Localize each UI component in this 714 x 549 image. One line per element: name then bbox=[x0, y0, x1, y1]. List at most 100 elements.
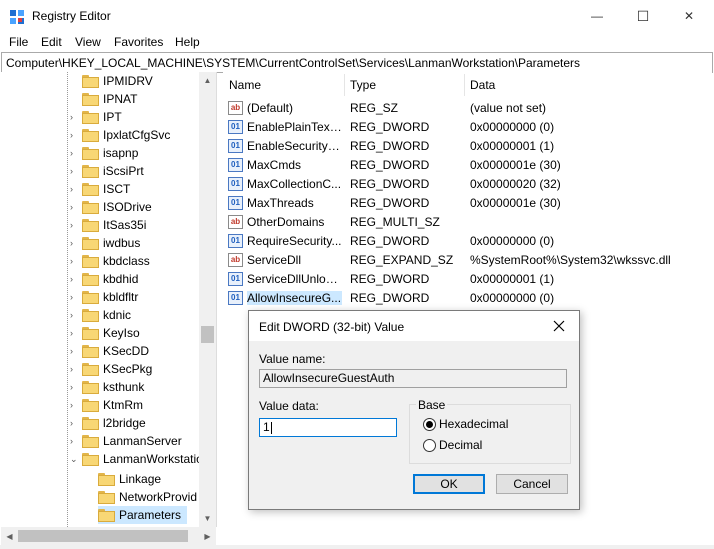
tree-horizontal-scrollbar[interactable]: ◀ ▶ bbox=[1, 527, 216, 545]
expand-chevron-icon[interactable]: › bbox=[70, 113, 78, 122]
scroll-right-icon[interactable]: ▶ bbox=[199, 527, 216, 545]
tree-scroll-thumb[interactable] bbox=[201, 326, 214, 343]
value-row[interactable]: 01 EnablePlainText... REG_DWORD 0x000000… bbox=[223, 118, 712, 137]
tree-item[interactable]: IpxlatCfgSvc bbox=[82, 126, 170, 144]
menu-favorites[interactable]: Favorites bbox=[114, 35, 163, 49]
menu-edit[interactable]: Edit bbox=[41, 35, 62, 49]
dialog-title-bar[interactable]: Edit DWORD (32-bit) Value bbox=[249, 311, 579, 341]
tree-item[interactable]: KeyIso bbox=[82, 324, 140, 342]
menu-file[interactable]: File bbox=[9, 35, 28, 49]
key-tree[interactable]: IPMIDRV IPNAT › IPT › IpxlatCfgSvc › isa… bbox=[1, 72, 217, 527]
folder-icon bbox=[82, 398, 99, 412]
scroll-down-icon[interactable]: ▼ bbox=[199, 510, 216, 527]
tree-item-label: ItSas35i bbox=[103, 218, 147, 232]
column-separator[interactable] bbox=[344, 74, 345, 96]
expand-chevron-icon[interactable]: › bbox=[70, 275, 78, 284]
tree-item[interactable]: LanmanServer bbox=[82, 432, 182, 450]
menu-help[interactable]: Help bbox=[175, 35, 200, 49]
value-row[interactable]: 01 RequireSecurity... REG_DWORD 0x000000… bbox=[223, 232, 712, 251]
address-path: Computer\HKEY_LOCAL_MACHINE\SYSTEM\Curre… bbox=[6, 56, 580, 70]
value-row-selected[interactable]: 01 AllowInsecureG... REG_DWORD 0x0000000… bbox=[223, 289, 712, 308]
folder-icon bbox=[82, 74, 99, 88]
value-row[interactable]: 01 MaxThreads REG_DWORD 0x0000001e (30) bbox=[223, 194, 712, 213]
tree-item[interactable]: kbdhid bbox=[82, 270, 138, 288]
tree-item[interactable]: IPT bbox=[82, 108, 122, 126]
column-header-name[interactable]: Name bbox=[229, 72, 261, 98]
value-row[interactable]: 01 EnableSecuritySi... REG_DWORD 0x00000… bbox=[223, 137, 712, 156]
expand-chevron-icon[interactable]: › bbox=[70, 167, 78, 176]
column-header-type[interactable]: Type bbox=[350, 72, 376, 98]
tree-item[interactable]: IPMIDRV bbox=[82, 72, 153, 90]
value-data: 0x00000001 (1) bbox=[470, 139, 555, 153]
tree-item[interactable]: iScsiPrt bbox=[82, 162, 144, 180]
column-header-data[interactable]: Data bbox=[470, 72, 495, 98]
tree-child-item[interactable]: Linkage bbox=[98, 470, 161, 488]
tree-item[interactable]: IPNAT bbox=[82, 90, 137, 108]
expand-chevron-icon[interactable]: › bbox=[70, 293, 78, 302]
value-data: %SystemRoot%\System32\wkssvc.dll bbox=[470, 253, 671, 267]
tree-item[interactable]: ksthunk bbox=[82, 378, 144, 396]
address-bar[interactable]: Computer\HKEY_LOCAL_MACHINE\SYSTEM\Curre… bbox=[1, 52, 713, 73]
maximize-button[interactable]: ☐ bbox=[620, 0, 666, 32]
hexadecimal-radio[interactable] bbox=[423, 418, 436, 431]
expand-chevron-icon[interactable]: › bbox=[70, 311, 78, 320]
close-button[interactable]: ✕ bbox=[666, 0, 712, 32]
decimal-radio[interactable] bbox=[423, 439, 436, 452]
tree-child-item[interactable]: NetworkProvid bbox=[98, 488, 197, 506]
dialog-close-button[interactable] bbox=[549, 317, 569, 335]
scroll-up-icon[interactable]: ▲ bbox=[199, 72, 216, 89]
tree-item-label: kdnic bbox=[103, 308, 132, 322]
expand-chevron-icon[interactable]: › bbox=[70, 149, 78, 158]
expand-chevron-icon[interactable]: › bbox=[70, 185, 78, 194]
binary-value-icon: 01 bbox=[228, 272, 243, 286]
tree-item[interactable]: isapnp bbox=[82, 144, 138, 162]
hexadecimal-label[interactable]: Hexadecimal bbox=[439, 417, 508, 431]
tree-item-label: KSecDD bbox=[103, 344, 150, 358]
expand-chevron-icon[interactable]: › bbox=[70, 221, 78, 230]
value-data-input[interactable]: 1 bbox=[259, 418, 397, 437]
cancel-button[interactable]: Cancel bbox=[496, 474, 568, 494]
value-type: REG_DWORD bbox=[350, 158, 430, 172]
minimize-button[interactable]: — bbox=[574, 0, 620, 32]
expand-chevron-icon[interactable]: › bbox=[70, 419, 78, 428]
expand-chevron-icon[interactable]: › bbox=[70, 203, 78, 212]
expand-chevron-icon[interactable]: › bbox=[70, 365, 78, 374]
value-row[interactable]: ab OtherDomains REG_MULTI_SZ bbox=[223, 213, 712, 232]
tree-item[interactable]: kdnic bbox=[82, 306, 131, 324]
tree-item[interactable]: kbldfltr bbox=[82, 288, 138, 306]
tree-item[interactable]: ItSas35i bbox=[82, 216, 146, 234]
expand-chevron-icon[interactable]: › bbox=[70, 401, 78, 410]
value-row[interactable]: 01 MaxCollectionC... REG_DWORD 0x0000002… bbox=[223, 175, 712, 194]
value-row[interactable]: ab (Default) REG_SZ (value not set) bbox=[223, 99, 712, 118]
expand-chevron-icon[interactable]: › bbox=[70, 131, 78, 140]
value-data: 0x0000001e (30) bbox=[470, 158, 561, 172]
tree-item[interactable]: KSecDD bbox=[82, 342, 149, 360]
column-separator[interactable] bbox=[464, 74, 465, 96]
decimal-label[interactable]: Decimal bbox=[439, 438, 482, 452]
ok-button[interactable]: OK bbox=[413, 474, 485, 494]
tree-hscroll-thumb[interactable] bbox=[18, 530, 188, 542]
tree-item[interactable]: KSecPkg bbox=[82, 360, 152, 378]
expand-chevron-icon[interactable]: › bbox=[70, 437, 78, 446]
value-row[interactable]: 01 MaxCmds REG_DWORD 0x0000001e (30) bbox=[223, 156, 712, 175]
tree-child-item-selected[interactable]: Parameters bbox=[98, 506, 188, 524]
tree-item[interactable]: LanmanWorkstatio bbox=[82, 450, 203, 468]
collapse-chevron-icon[interactable]: ⌄ bbox=[70, 455, 78, 464]
tree-item[interactable]: ISCT bbox=[82, 180, 130, 198]
scroll-left-icon[interactable]: ◀ bbox=[1, 527, 18, 545]
tree-item[interactable]: kbdclass bbox=[82, 252, 150, 270]
tree-item-label: Parameters bbox=[119, 508, 182, 522]
expand-chevron-icon[interactable]: › bbox=[70, 383, 78, 392]
expand-chevron-icon[interactable]: › bbox=[70, 347, 78, 356]
value-row[interactable]: 01 ServiceDllUnloa... REG_DWORD 0x000000… bbox=[223, 270, 712, 289]
tree-item[interactable]: ISODrive bbox=[82, 198, 152, 216]
tree-item[interactable]: iwdbus bbox=[82, 234, 140, 252]
value-row[interactable]: ab ServiceDll REG_EXPAND_SZ %SystemRoot%… bbox=[223, 251, 712, 270]
tree-item[interactable]: l2bridge bbox=[82, 414, 146, 432]
tree-vertical-scrollbar[interactable]: ▲ ▼ bbox=[199, 72, 216, 527]
expand-chevron-icon[interactable]: › bbox=[70, 329, 78, 338]
expand-chevron-icon[interactable]: › bbox=[70, 239, 78, 248]
menu-view[interactable]: View bbox=[75, 35, 101, 49]
expand-chevron-icon[interactable]: › bbox=[70, 257, 78, 266]
tree-item[interactable]: KtmRm bbox=[82, 396, 143, 414]
